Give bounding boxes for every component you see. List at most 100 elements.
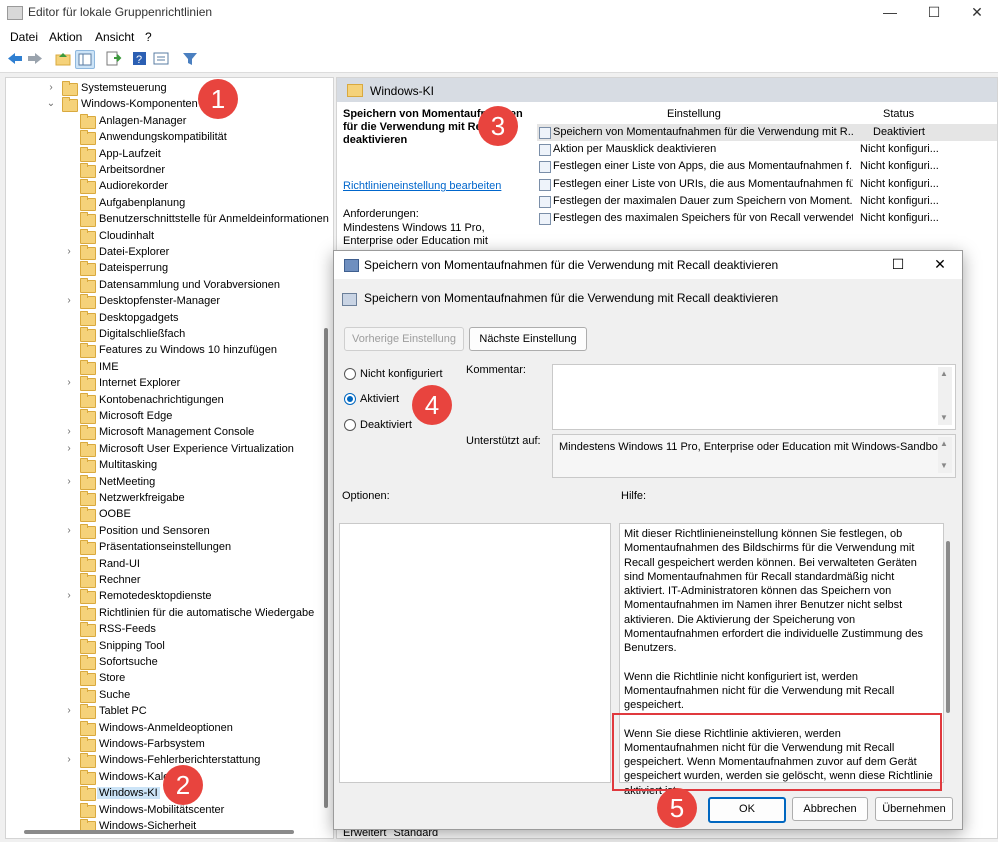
tree-item[interactable]: Multitasking <box>6 458 328 474</box>
comment-scrollbar[interactable]: ▲ ▼ <box>938 367 952 425</box>
chevron-right-icon[interactable]: › <box>64 443 74 454</box>
tree-item[interactable]: ⌄ Windows-Komponenten <box>6 97 328 113</box>
next-setting-button[interactable]: Nächste Einstellung <box>469 327 587 351</box>
policy-row[interactable]: Aktion per Mausklick deaktivieren Nicht k… <box>537 141 997 158</box>
tree-item[interactable]: Kontobenachrichtigungen <box>6 392 328 409</box>
chevron-right-icon[interactable]: › <box>64 590 74 601</box>
chevron-right-icon[interactable]: › <box>64 754 74 765</box>
tree-item[interactable]: App-Laufzeit <box>6 146 328 163</box>
tree-item[interactable]: › Position und Sensoren <box>6 523 328 540</box>
chevron-right-icon[interactable]: › <box>64 295 74 306</box>
menu-aktion[interactable]: Aktion <box>49 30 82 44</box>
tree-item[interactable]: Präsentationseinstellungen <box>6 540 328 556</box>
folder-up-icon[interactable] <box>54 50 72 67</box>
tree-item[interactable]: › NetMeeting <box>6 474 328 491</box>
tree-item[interactable]: › Desktopfenster-Manager <box>6 294 328 310</box>
previous-setting-button[interactable]: Vorherige Einstellung <box>344 327 464 351</box>
tree-vertical-scrollbar[interactable] <box>324 328 328 808</box>
edit-policy-link[interactable]: Richtlinieneinstellung bearbeiten <box>343 180 501 192</box>
tree-item[interactable]: › Tablet PC <box>6 704 328 720</box>
apply-button[interactable]: Übernehmen <box>875 797 953 821</box>
dialog-close-button[interactable]: ✕ <box>920 251 960 279</box>
menu-help[interactable]: ? <box>145 30 152 44</box>
chevron-right-icon[interactable]: › <box>64 246 74 257</box>
tree-item[interactable]: › Microsoft Management Console <box>6 425 328 441</box>
tree-item[interactable]: Suche <box>6 687 328 704</box>
policy-row[interactable]: Festlegen einer Liste von Apps, die aus … <box>537 158 997 175</box>
tree-item[interactable]: Netzwerkfreigabe <box>6 491 328 507</box>
tree-item[interactable]: Rand-UI <box>6 556 328 573</box>
properties-icon[interactable] <box>152 50 170 67</box>
tree-item[interactable]: Digitalschließfach <box>6 327 328 343</box>
dialog-maximize-button[interactable]: ☐ <box>878 251 918 279</box>
tree-item[interactable]: Benutzerschnittstelle für Anmeldeinforma… <box>6 212 329 228</box>
back-icon[interactable] <box>6 50 24 67</box>
tree-item[interactable]: Sofortsuche <box>6 655 328 671</box>
tree-item[interactable]: Cloudinhalt <box>6 228 328 245</box>
radio-enabled[interactable] <box>344 393 356 405</box>
policy-row[interactable]: Festlegen einer Liste von URIs, die aus … <box>537 176 997 193</box>
close-button[interactable]: ✕ <box>955 0 998 26</box>
radio-enabled-label[interactable]: Aktiviert <box>360 393 399 405</box>
supported-scrollbar[interactable]: ▲ ▼ <box>938 437 952 473</box>
menu-ansicht[interactable]: Ansicht <box>95 30 134 44</box>
tree-item[interactable]: Store <box>6 671 328 687</box>
tree-item[interactable]: Datensammlung und Vorabversionen <box>6 277 328 294</box>
tree-item[interactable]: Dateisperrung <box>6 261 328 277</box>
column-header-setting[interactable]: Einstellung <box>667 108 721 120</box>
tree-horizontal-scrollbar[interactable] <box>24 830 294 834</box>
chevron-right-icon[interactable]: › <box>64 705 74 716</box>
chevron-right-icon[interactable]: › <box>64 426 74 437</box>
tree-item[interactable]: Audiorekorder <box>6 179 328 195</box>
radio-disabled[interactable] <box>344 419 356 431</box>
tree-item[interactable]: › Systemsteuerung <box>6 81 328 97</box>
chevron-right-icon[interactable]: › <box>46 82 56 93</box>
tree-item[interactable]: RSS-Feeds <box>6 622 328 638</box>
minimize-button[interactable]: — <box>868 0 912 26</box>
menu-datei[interactable]: Datei <box>10 30 38 44</box>
ok-button[interactable]: OK <box>708 797 786 823</box>
tree-item[interactable]: IME <box>6 359 328 376</box>
policy-row[interactable]: Speichern von Momentaufnahmen für die Ve… <box>537 124 997 141</box>
tree-item[interactable]: Microsoft Edge <box>6 409 328 425</box>
tree-item[interactable]: › Remotedesktopdienste <box>6 589 328 605</box>
tree-item[interactable]: › Datei-Explorer <box>6 245 328 261</box>
tree-item[interactable]: Anwendungskompatibilität <box>6 130 328 146</box>
tree-item[interactable]: Anlagen-Manager <box>6 113 328 130</box>
chevron-right-icon[interactable]: › <box>64 476 74 487</box>
folder-icon <box>80 802 96 818</box>
tree-item[interactable]: Windows-Mobilitätscenter <box>6 802 328 819</box>
tree-item[interactable]: Aufgabenplanung <box>6 195 328 212</box>
tree-item[interactable]: Rechner <box>6 573 328 589</box>
tree-item[interactable]: Windows-Farbsystem <box>6 737 328 753</box>
radio-not-configured[interactable] <box>344 368 356 380</box>
tree-item[interactable]: Snipping Tool <box>6 638 328 655</box>
chevron-right-icon[interactable]: › <box>64 377 74 388</box>
tree-item[interactable]: Richtlinien für die automatische Wiederg… <box>6 605 328 622</box>
tree-item[interactable]: Features zu Windows 10 hinzufügen <box>6 343 328 359</box>
help-icon[interactable]: ? <box>131 50 149 67</box>
cancel-button[interactable]: Abbrechen <box>792 797 868 821</box>
forward-icon[interactable] <box>26 50 44 67</box>
policy-row[interactable]: Festlegen der maximalen Dauer zum Speich… <box>537 193 997 210</box>
tree-item[interactable]: › Windows-Fehlerberichterstattung <box>6 753 328 769</box>
radio-not-configured-label[interactable]: Nicht konfiguriert <box>360 368 443 380</box>
comment-field[interactable] <box>552 364 956 430</box>
policy-row[interactable]: Festlegen des maximalen Speichers für vo… <box>537 210 997 227</box>
tree-item[interactable]: › Microsoft User Experience Virtualizatio… <box>6 441 328 458</box>
tree-item[interactable]: Windows-Anmeldeoptionen <box>6 720 328 737</box>
tree-item[interactable]: › Internet Explorer <box>6 376 328 392</box>
maximize-button[interactable]: ☐ <box>912 0 956 26</box>
help-scrollbar[interactable] <box>946 541 950 713</box>
tree-item[interactable]: OOBE <box>6 507 328 523</box>
chevron-right-icon[interactable]: › <box>64 525 74 536</box>
filter-icon[interactable] <box>181 50 199 67</box>
tree-item[interactable]: Arbeitsordner <box>6 163 328 179</box>
export-list-icon[interactable] <box>104 50 122 67</box>
radio-disabled-label[interactable]: Deaktiviert <box>360 419 412 431</box>
show-hide-tree-icon[interactable] <box>75 50 95 69</box>
details-header-title: Windows-KI <box>370 84 435 98</box>
chevron-down-icon[interactable]: ⌄ <box>46 98 56 109</box>
tree-item[interactable]: Desktopgadgets <box>6 310 328 327</box>
column-header-status[interactable]: Status <box>883 108 914 120</box>
